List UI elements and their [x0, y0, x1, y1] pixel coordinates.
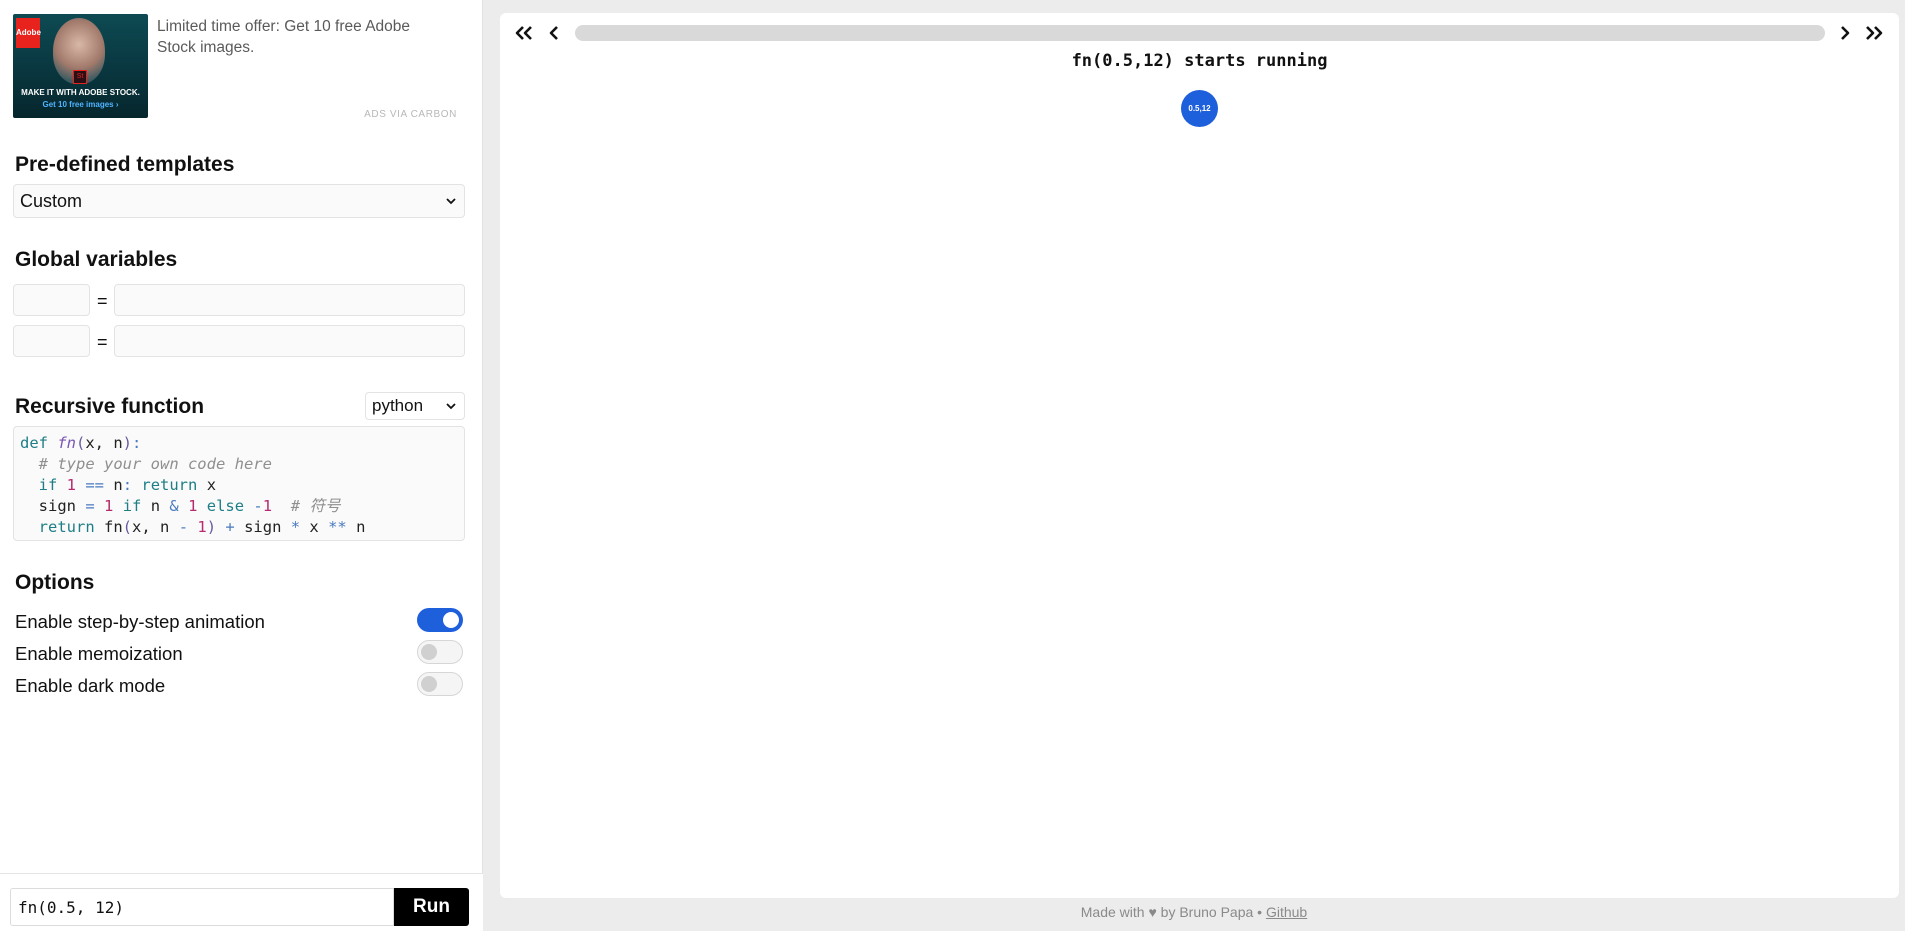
next-step-button[interactable] [1833, 21, 1857, 45]
sidebar: Adobe St MAKE IT WITH ADOBE STOCK. Get 1… [0, 0, 483, 931]
dark-mode-toggle[interactable] [417, 672, 463, 696]
last-step-button[interactable] [1862, 21, 1886, 45]
equals-sign: = [97, 332, 108, 352]
footer: Made with ♥ by Bruno Papa • Github [483, 904, 1905, 920]
toggle-knob [421, 644, 437, 660]
language-selected-value: python [372, 396, 424, 415]
option-label: Enable memoization [15, 643, 183, 664]
option-dark-mode: Enable dark mode [15, 672, 465, 700]
global-variables-heading: Global variables [15, 248, 178, 271]
templates-selected-value: Custom [20, 191, 83, 211]
double-chevron-right-icon [1866, 26, 1883, 40]
memoization-toggle[interactable] [417, 640, 463, 664]
code-line-2: # type your own code here [38, 455, 272, 473]
step-description: fn(0.5,12) starts running [1071, 51, 1328, 71]
run-bar: Run [0, 873, 483, 931]
templates-select[interactable]: Custom [13, 184, 465, 218]
function-call-input[interactable] [10, 888, 394, 926]
templates-heading: Pre-defined templates [15, 153, 235, 176]
chevron-down-icon [446, 403, 456, 410]
option-label: Enable step-by-step animation [15, 611, 265, 632]
global-var-value-input-1[interactable] [114, 284, 465, 316]
chevron-down-icon [446, 198, 456, 205]
adobe-logo: Adobe [16, 18, 41, 48]
step-animation-toggle[interactable] [417, 608, 463, 632]
ads-via-carbon-link[interactable]: ADS VIA CARBON [364, 109, 457, 120]
chevron-left-icon [549, 26, 558, 40]
options-heading: Options [15, 571, 95, 594]
chevron-right-icon [1841, 26, 1850, 40]
step-slider[interactable] [575, 25, 1825, 41]
option-label: Enable dark mode [15, 675, 166, 696]
equals-sign: = [97, 291, 108, 311]
run-button[interactable]: Run [394, 888, 469, 926]
ad-image-cta: Get 10 free images › [42, 100, 119, 109]
toggle-knob [443, 612, 459, 628]
code-line-5: return fn(x, n - 1) + sign * x ** n [38, 518, 366, 536]
code-line-4: sign = 1 if n & 1 else -1 # 符号 [20, 497, 341, 515]
toggle-knob [421, 676, 437, 692]
first-step-button[interactable] [512, 21, 536, 45]
ad-image-headline: MAKE IT WITH ADOBE STOCK. [21, 88, 140, 97]
global-var-value-input-2[interactable] [114, 325, 465, 357]
ad-image[interactable]: Adobe St MAKE IT WITH ADOBE STOCK. Get 1… [13, 14, 148, 118]
visualization-panel: fn(0.5,12) starts running 0.5,12 [500, 13, 1899, 898]
footer-credit: Made with ♥ by Bruno Papa • [1080, 904, 1266, 920]
adobe-stock-icon: St [73, 70, 87, 84]
language-select[interactable]: python [365, 392, 465, 420]
option-memoization: Enable memoization [15, 640, 465, 668]
previous-step-button[interactable] [542, 21, 566, 45]
recursion-tree-node[interactable]: 0.5,12 [1181, 90, 1218, 127]
global-var-name-input-1[interactable] [13, 284, 90, 316]
recursive-function-heading: Recursive function [15, 395, 205, 418]
global-var-name-input-2[interactable] [13, 325, 90, 357]
code-line-1: def fn(x, n): [20, 434, 142, 452]
double-chevron-left-icon [515, 26, 532, 40]
ad-text-link[interactable]: Limited time offer: Get 10 free Adobe St… [157, 16, 447, 58]
code-line-3: if 1 == n: return x [38, 476, 217, 494]
option-step-animation: Enable step-by-step animation [15, 608, 465, 636]
github-link[interactable]: Github [1266, 904, 1307, 920]
carbon-ad[interactable]: Adobe St MAKE IT WITH ADOBE STOCK. Get 1… [13, 14, 465, 120]
code-editor[interactable]: def fn(x, n): # type your own code here … [13, 426, 465, 541]
